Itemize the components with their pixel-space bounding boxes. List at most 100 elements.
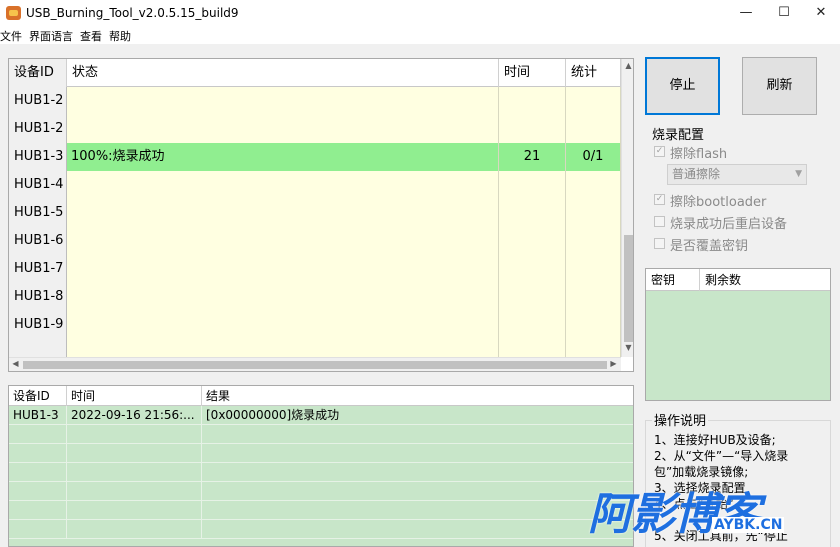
header-count[interactable]: 统计 — [566, 59, 621, 87]
vertical-scroll-thumb[interactable] — [624, 235, 633, 342]
menu-language[interactable]: 界面语言 — [29, 28, 73, 44]
status-cell — [67, 227, 499, 255]
help-line: 1、连接好HUB及设备; — [654, 433, 776, 447]
device-row[interactable]: HUB1-8 — [9, 283, 621, 311]
help-box: 1、连接好HUB及设备; 2、从“文件”—“导入烧录 包”加载烧录镜像; 3、选… — [645, 420, 831, 547]
time-cell: 21 — [499, 143, 566, 171]
burn-config-title: 烧录配置 — [652, 128, 705, 143]
device-row[interactable]: HUB1-2 — [9, 87, 621, 115]
status-cell — [67, 87, 499, 115]
erase-mode-value: 普通擦除 — [672, 167, 721, 181]
scroll-down-icon[interactable]: ▼ — [622, 343, 633, 352]
header-time[interactable]: 时间 — [499, 59, 566, 87]
device-id-cell: HUB1-8 — [9, 283, 67, 311]
device-id-cell — [9, 339, 67, 357]
close-button[interactable]: ✕ — [802, 0, 840, 26]
checkbox-box — [654, 216, 665, 227]
overwrite-key-checkbox[interactable]: 是否覆盖密钥 — [654, 235, 834, 254]
log-row-empty — [9, 463, 633, 482]
count-cell — [566, 283, 621, 311]
vertical-scrollbar[interactable]: ▲ ▼ — [621, 59, 633, 357]
checkbox-box — [654, 238, 665, 249]
count-cell — [566, 311, 621, 339]
erase-bootloader-checkbox[interactable]: ✓ 擦除bootloader — [654, 191, 834, 210]
remaining-header[interactable]: 剩余数 — [700, 269, 830, 291]
check-icon: ✓ — [654, 194, 665, 205]
count-cell — [566, 115, 621, 143]
status-cell — [67, 255, 499, 283]
log-row-empty — [9, 482, 633, 501]
status-cell — [67, 339, 499, 357]
refresh-button[interactable]: 刷新 — [742, 57, 817, 115]
device-row[interactable]: HUB1-6 — [9, 227, 621, 255]
device-row-success[interactable]: HUB1-3 100%:烧录成功 21 0/1 — [9, 143, 621, 171]
count-cell — [566, 227, 621, 255]
header-device-id[interactable]: 设备ID — [9, 59, 67, 87]
erase-flash-checkbox[interactable]: ✓ 擦除flash — [654, 143, 834, 162]
chevron-down-icon: ▼ — [795, 169, 802, 179]
count-cell — [566, 87, 621, 115]
device-id-cell: HUB1-6 — [9, 227, 67, 255]
erase-mode-select[interactable]: 普通擦除 ▼ — [667, 164, 807, 185]
device-id-cell: HUB1-7 — [9, 255, 67, 283]
time-cell — [499, 199, 566, 227]
device-row[interactable]: HUB1-7 — [9, 255, 621, 283]
stop-button[interactable]: 停止 — [645, 57, 720, 115]
time-cell — [499, 171, 566, 199]
key-header[interactable]: 密钥 — [646, 269, 700, 291]
key-table[interactable]: 密钥 剩余数 — [645, 268, 831, 401]
erase-flash-label: 擦除flash — [670, 147, 728, 162]
log-result: [0x00000000]烧录成功 — [206, 408, 340, 422]
window-title: USB_Burning_Tool_v2.0.5.15_build9 — [26, 6, 239, 20]
device-row[interactable]: HUB1-2 — [9, 115, 621, 143]
log-header-time[interactable]: 时间 — [67, 386, 202, 406]
device-id-cell: HUB1-9 — [9, 311, 67, 339]
time-cell — [499, 283, 566, 311]
menu-file[interactable]: 文件 — [0, 28, 22, 44]
device-row[interactable]: HUB1-9 — [9, 311, 621, 339]
menu-view[interactable]: 查看 — [80, 28, 102, 44]
log-grid[interactable]: 设备ID 时间 结果 HUB1-3 2022-09-16 21:56:... [… — [8, 385, 634, 547]
log-row-empty — [9, 425, 633, 444]
device-id-cell: HUB1-2 — [9, 87, 67, 115]
help-line: 5、关闭工具前，先“停止 — [654, 529, 788, 543]
log-header-device-id[interactable]: 设备ID — [9, 386, 67, 406]
scroll-left-icon[interactable]: ◀ — [9, 359, 22, 368]
log-device-id: HUB1-3 — [9, 406, 67, 425]
log-time: 2022-09-16 21:56:... — [67, 406, 202, 425]
log-row-empty — [9, 520, 633, 539]
scroll-up-icon[interactable]: ▲ — [622, 61, 633, 70]
count-cell — [566, 171, 621, 199]
scroll-right-icon[interactable]: ▶ — [607, 359, 620, 368]
time-cell — [499, 311, 566, 339]
check-icon: ✓ — [654, 146, 665, 157]
menu-help[interactable]: 帮助 — [109, 28, 131, 44]
time-cell — [499, 115, 566, 143]
log-row-empty — [9, 444, 633, 463]
title-bar: USB_Burning_Tool_v2.0.5.15_build9 — ☐ ✕ — [0, 0, 840, 26]
horizontal-scrollbar[interactable]: ◀ ▶ — [9, 357, 621, 371]
key-table-header: 密钥 剩余数 — [646, 269, 830, 291]
help-title: 操作说明 — [652, 410, 709, 429]
time-cell — [499, 339, 566, 357]
log-row[interactable]: HUB1-3 2022-09-16 21:56:... [0x00000000]… — [9, 406, 633, 425]
status-cell — [67, 199, 499, 227]
minimize-button[interactable]: — — [727, 0, 765, 26]
reboot-after-label: 烧录成功后重启设备 — [670, 217, 788, 232]
header-status[interactable]: 状态 — [67, 59, 499, 87]
app-icon — [6, 6, 21, 20]
count-cell: 0/1 — [566, 143, 621, 171]
maximize-button[interactable]: ☐ — [765, 0, 803, 26]
log-header-result[interactable]: 结果 — [202, 386, 633, 406]
help-line: 包”加载烧录镜像; — [654, 465, 749, 479]
status-cell — [67, 283, 499, 311]
device-grid[interactable]: 设备ID 状态 时间 统计 HUB1-2 HUB1-2 HUB1-3 100%:… — [8, 58, 634, 372]
device-row[interactable]: HUB1-5 — [9, 199, 621, 227]
device-row[interactable]: HUB1-4 — [9, 171, 621, 199]
horizontal-scroll-thumb[interactable] — [23, 361, 607, 369]
reboot-after-checkbox[interactable]: 烧录成功后重启设备 — [654, 213, 834, 232]
count-cell — [566, 339, 621, 357]
device-id-cell: HUB1-5 — [9, 199, 67, 227]
help-line: 4、点击“开始” — [654, 497, 735, 511]
device-grid-header: 设备ID 状态 时间 统计 — [9, 59, 621, 87]
